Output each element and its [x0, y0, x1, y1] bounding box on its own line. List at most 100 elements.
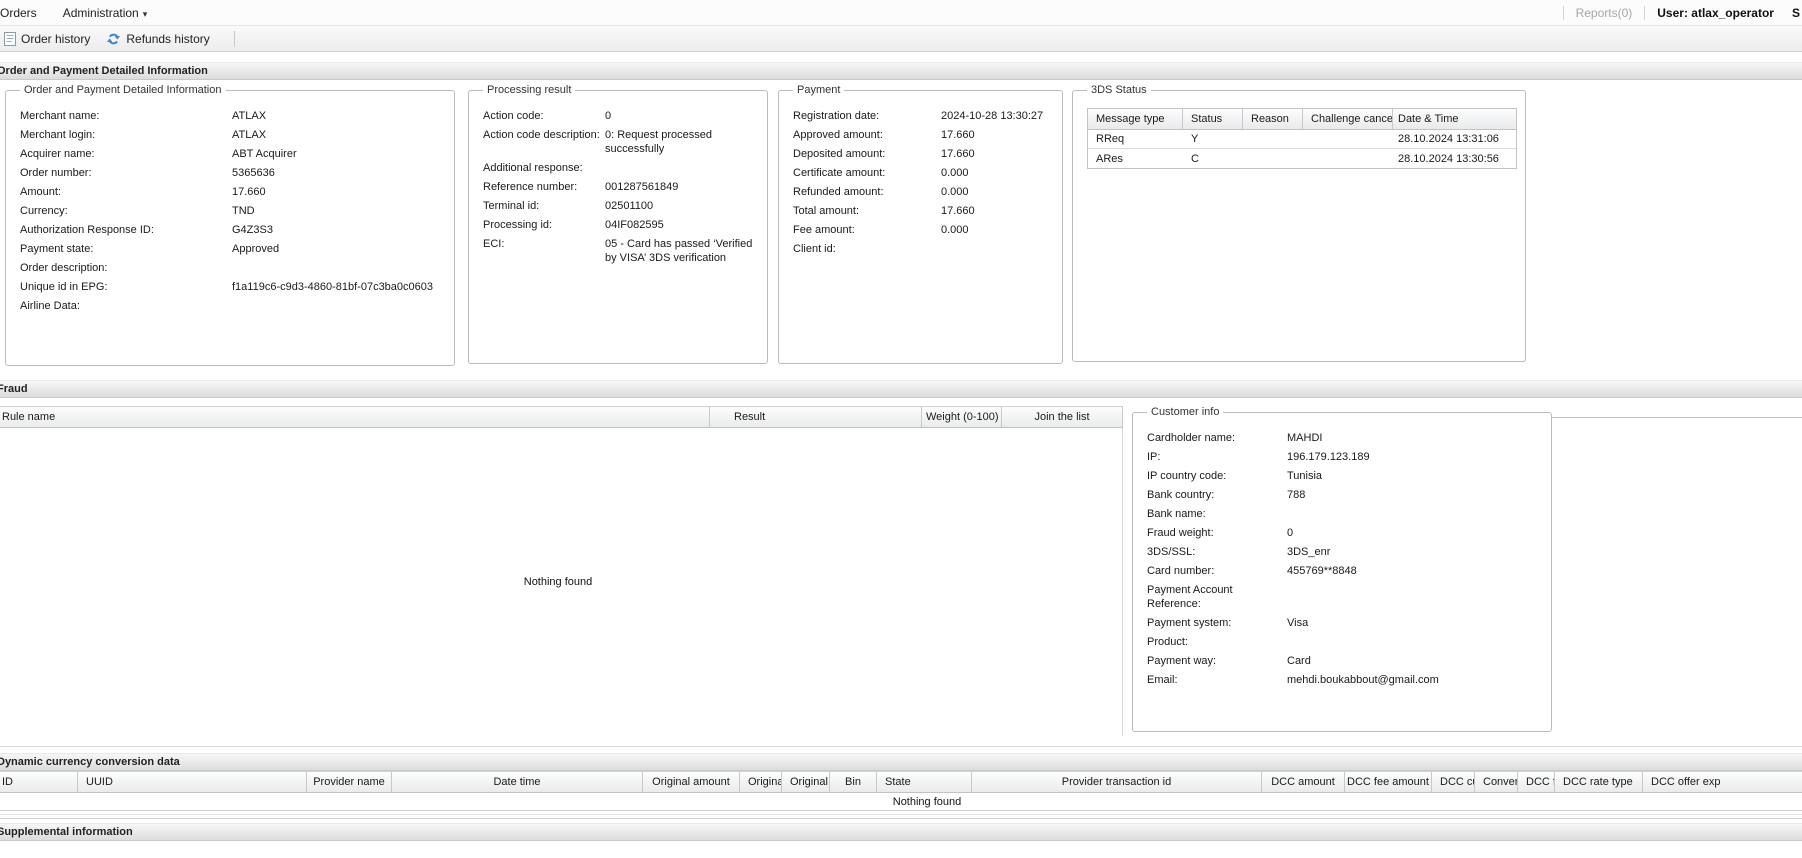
- cell-status: Y: [1191, 133, 1199, 145]
- field-label: Amount:: [20, 186, 61, 198]
- cell-reason: [1243, 149, 1303, 168]
- column-header-dcc-fee-amount: DCC fee amount: [1345, 772, 1432, 792]
- field-label: Action code description:: [483, 129, 600, 141]
- field-row: Bank country: 788: [1147, 488, 1543, 502]
- document-icon: [4, 31, 16, 46]
- chevron-down-icon: ▾: [142, 8, 148, 19]
- section-header-dcc: Dynamic currency conversion data: [0, 753, 1802, 771]
- field-row: 3DS/SSL: 3DS_enr: [1147, 545, 1543, 559]
- field-value: Tunisia: [1287, 470, 1323, 482]
- field-row: Order description:: [20, 261, 446, 275]
- column-header-date-time: Date time: [392, 772, 643, 792]
- table-row[interactable]: RReq Y 28.10.2024 13:31:06: [1088, 130, 1516, 149]
- field-label: Airline Data:: [20, 300, 80, 312]
- field-value: ABT Acquirer: [232, 148, 297, 160]
- field-row: Fraud weight: 0: [1147, 526, 1543, 540]
- dcc-table: ID UUID Provider name Date time Original…: [0, 771, 1802, 811]
- field-row: Action code: 0: [483, 109, 759, 123]
- field-value: ATLAX: [232, 129, 267, 141]
- customer-info-panel: Customer info Cardholder name: MAHDI IP: 1…: [1132, 406, 1552, 732]
- column-header-result: Result: [710, 407, 922, 427]
- fraud-section: Rule name Result Weight (0-100) Join the…: [0, 398, 1802, 744]
- column-header-join-list: Join the list: [1002, 407, 1123, 427]
- order-detail-panel: Order and Payment Detailed Information M…: [5, 84, 455, 366]
- cell-challenge-cancel: [1303, 149, 1393, 168]
- field-label: IP country code:: [1147, 470, 1227, 482]
- order-panel-legend: Order and Payment Detailed Information: [24, 84, 222, 96]
- field-value: G4Z3S3: [232, 224, 273, 236]
- dcc-empty-row: Nothing found: [0, 793, 1802, 811]
- field-label: Registration date:: [793, 110, 880, 122]
- field-label: Reference number:: [483, 181, 578, 193]
- reports-link[interactable]: Reports(0): [1576, 6, 1633, 20]
- field-row: Product:: [1147, 635, 1543, 649]
- field-row: Card number: 455769**8848: [1147, 564, 1543, 578]
- cell-date-time: 28.10.2024 13:30:56: [1398, 152, 1499, 165]
- field-row: Terminal id: 02501100: [483, 199, 759, 213]
- page: Orders Administration ▾ Reports(0) User: …: [0, 0, 1802, 841]
- field-label: IP:: [1147, 451, 1161, 463]
- field-row: Payment way: Card: [1147, 654, 1543, 668]
- table-row[interactable]: ARes C 28.10.2024 13:30:56: [1088, 149, 1516, 168]
- divider: [1540, 417, 1802, 418]
- field-label: Email:: [1147, 674, 1178, 686]
- processing-panel-legend: Processing result: [487, 84, 572, 96]
- empty-state-text: Nothing found: [892, 795, 962, 808]
- section-header-order-payment: Order and Payment Detailed Information: [0, 62, 1802, 80]
- field-label: Payment state:: [20, 243, 94, 255]
- field-label: Approved amount:: [793, 129, 883, 141]
- field-label: Payment system:: [1147, 617, 1232, 629]
- column-header-state: State: [877, 772, 972, 792]
- tds-panel-legend: 3DS Status: [1091, 84, 1147, 96]
- menu-item-administration[interactable]: Administration ▾: [61, 2, 158, 24]
- field-value: 17.660: [941, 205, 975, 217]
- refunds-history-button[interactable]: Refunds history: [104, 29, 217, 49]
- field-value: 02501100: [605, 200, 654, 212]
- section-header-supplemental: Supplemental information: [0, 823, 1802, 841]
- field-row: Registration date: 2024-10-28 13:30:27: [793, 109, 1054, 123]
- field-value: MAHDI: [1287, 432, 1323, 444]
- field-row: Payment system: Visa: [1147, 616, 1543, 630]
- field-row: Acquirer name: ABT Acquirer: [20, 147, 446, 161]
- field-value: Approved: [232, 243, 280, 255]
- field-label: Total amount:: [793, 205, 860, 217]
- field-row: Reference number: 001287561849: [483, 180, 759, 194]
- field-value: [605, 161, 759, 175]
- signout-link-truncated[interactable]: S: [1792, 6, 1800, 20]
- customer-panel-legend: Customer info: [1151, 406, 1220, 418]
- order-history-button[interactable]: Order history: [2, 29, 98, 49]
- tds-table-header: Message type Status Reason Challenge can…: [1088, 109, 1516, 130]
- field-value: 455769**8848: [1287, 565, 1357, 577]
- fraud-table-body: Nothing found: [0, 428, 1123, 736]
- column-header-original-fee: Original f: [740, 772, 782, 792]
- field-value: 17.660: [232, 186, 266, 198]
- cell-date-time: 28.10.2024 13:31:06: [1398, 133, 1499, 145]
- column-header-provider-transaction-id: Provider transaction id: [972, 772, 1262, 792]
- field-row: Client id:: [793, 242, 1054, 256]
- menu-bar: Orders Administration ▾ Reports(0) User: …: [0, 0, 1802, 26]
- field-label: Order description:: [20, 262, 108, 274]
- payment-panel: Payment Registration date: 2024-10-28 13:…: [778, 84, 1063, 364]
- column-header-id: ID: [0, 772, 78, 792]
- divider: [0, 746, 1802, 747]
- field-value: 04IF082595: [605, 219, 664, 231]
- menu-item-orders[interactable]: Orders: [0, 2, 47, 24]
- column-header: Reason: [1243, 109, 1303, 129]
- column-header-rule-name: Rule name: [0, 407, 710, 427]
- separator: [1562, 5, 1564, 20]
- column-header-original-amount: Original amount: [643, 772, 740, 792]
- field-label: Client id:: [793, 243, 836, 255]
- field-value: 3DS_enr: [1287, 546, 1331, 558]
- separator: [233, 30, 235, 47]
- column-header-dcc-currency: DCC curr: [1432, 772, 1475, 792]
- field-value: [1287, 507, 1543, 521]
- field-value: [1287, 583, 1543, 611]
- detail-panels-row: Order and Payment Detailed Information M…: [0, 80, 1802, 366]
- field-row: Cardholder name: MAHDI: [1147, 431, 1543, 445]
- field-value: [232, 261, 446, 275]
- field-row: Certificate amount: 0.000: [793, 166, 1054, 180]
- field-row: Action code description: 0: Request proce…: [483, 128, 759, 156]
- field-row: Payment Account Reference:: [1147, 583, 1543, 611]
- field-label: Fraud weight:: [1147, 527, 1214, 539]
- toolbar: Order history Refunds history: [0, 26, 1802, 52]
